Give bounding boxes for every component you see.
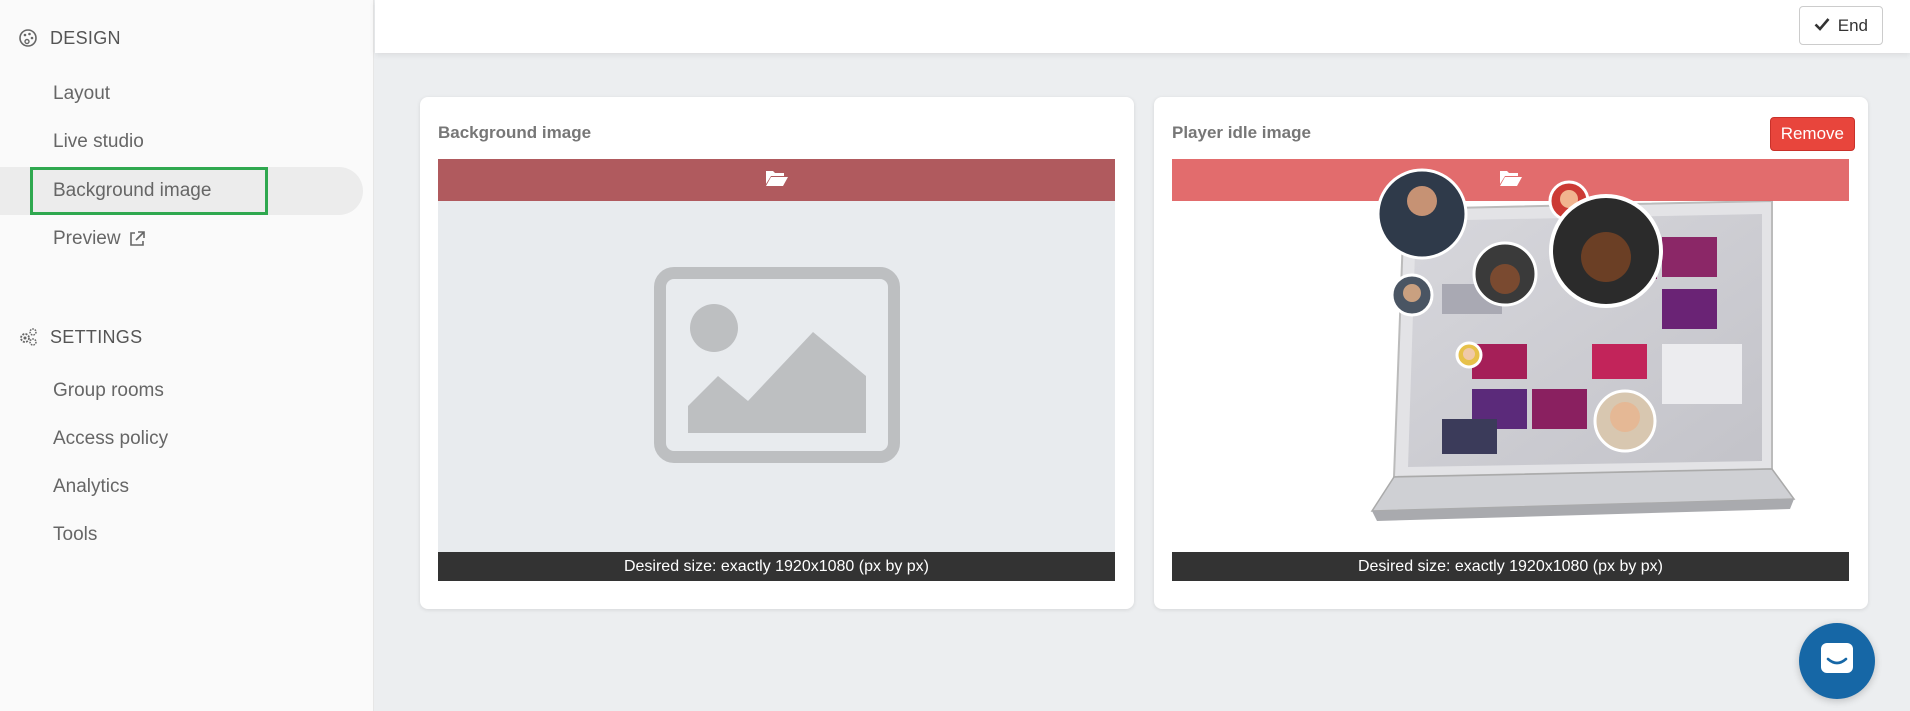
sidebar: DESIGN Layout Live studio Background ima… (0, 0, 374, 711)
size-hint: Desired size: exactly 1920x1080 (px by p… (1172, 552, 1849, 581)
palette-icon (16, 26, 40, 50)
sidebar-item-tools[interactable]: Tools (0, 511, 363, 559)
sidebar-item-access-policy[interactable]: Access policy (0, 415, 363, 463)
idle-image-preview (1172, 159, 1849, 552)
sidebar-item-label: Access policy (53, 428, 169, 449)
settings-section-heading: SETTINGS (16, 325, 142, 349)
sidebar-item-label: Preview (53, 228, 121, 249)
design-section-heading: DESIGN (16, 26, 121, 50)
upload-bar[interactable] (438, 159, 1115, 201)
upload-bar[interactable] (1172, 159, 1849, 201)
size-hint: Desired size: exactly 1920x1080 (px by p… (438, 552, 1115, 581)
sidebar-item-label: Group rooms (53, 380, 164, 401)
end-button-label: End (1837, 15, 1868, 35)
player-idle-image-card: Player idle image Remove Desired size: e… (1154, 97, 1868, 609)
laptop-preview-image (1172, 159, 1849, 521)
folder-open-icon (765, 169, 789, 192)
image-placeholder-icon (654, 267, 900, 463)
sidebar-item-label: Layout (53, 83, 111, 104)
sidebar-item-label: Analytics (53, 476, 130, 497)
sidebar-item-preview[interactable]: Preview (0, 215, 363, 263)
background-image-card: Background image Desired size: exactly 1… (420, 97, 1134, 609)
design-heading-label: DESIGN (50, 27, 121, 48)
external-link-icon (127, 229, 147, 249)
sidebar-item-label: Live studio (53, 131, 144, 152)
sidebar-item-group-rooms[interactable]: Group rooms (0, 367, 363, 415)
remove-button[interactable]: Remove (1769, 117, 1855, 151)
end-button[interactable]: End (1798, 6, 1883, 45)
card-title: Background image (438, 123, 592, 142)
sidebar-item-label: Background image (53, 180, 212, 201)
sidebar-item-live-studio[interactable]: Live studio (0, 118, 363, 166)
card-title: Player idle image (1172, 123, 1311, 142)
top-bar: End (375, 0, 1910, 53)
check-icon (1814, 16, 1830, 36)
chat-launcher-button[interactable] (1799, 623, 1875, 699)
sidebar-item-label: Tools (53, 524, 98, 545)
sidebar-item-layout[interactable]: Layout (0, 70, 363, 118)
gears-icon (16, 325, 40, 349)
settings-heading-label: SETTINGS (50, 326, 143, 347)
sidebar-item-background-image[interactable]: Background image (0, 167, 363, 215)
chat-icon (1819, 641, 1855, 682)
folder-open-icon (1499, 169, 1523, 192)
sidebar-item-analytics[interactable]: Analytics (0, 463, 363, 511)
image-placeholder (438, 201, 1115, 552)
